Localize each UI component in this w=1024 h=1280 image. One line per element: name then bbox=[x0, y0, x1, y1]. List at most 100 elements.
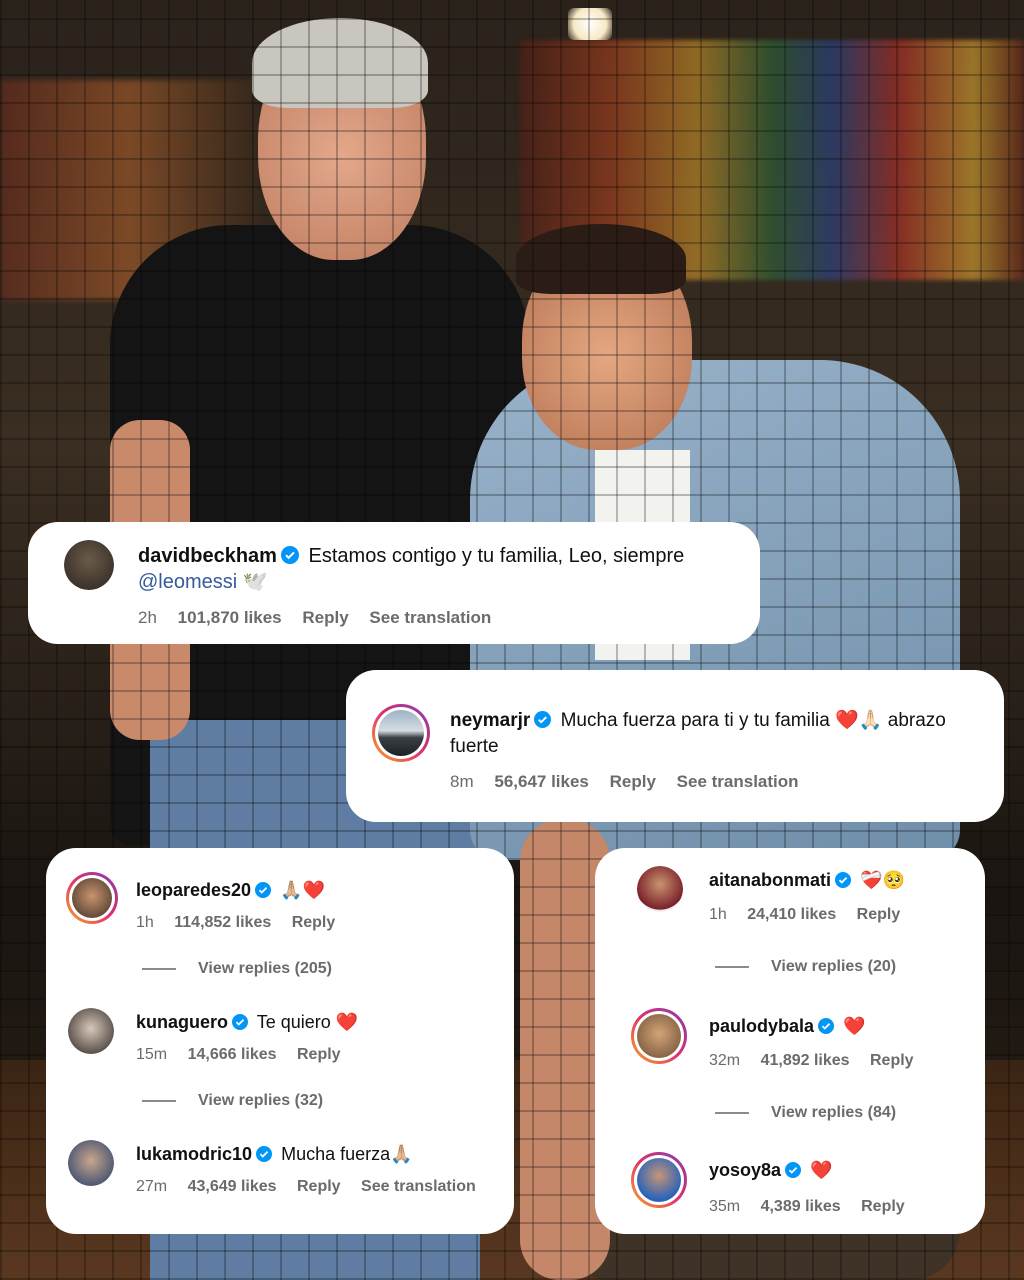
avatar[interactable] bbox=[66, 872, 118, 924]
view-replies-label: View replies (20) bbox=[771, 958, 897, 975]
username[interactable]: neymarjr bbox=[450, 710, 530, 731]
comment-line: kunaguero Te quiero ❤️ bbox=[136, 1010, 358, 1034]
comment-line: lukamodric10 Mucha fuerza🙏🏼 bbox=[136, 1142, 413, 1166]
verified-badge-icon bbox=[255, 882, 272, 898]
comment-text: Estamos contigo y tu familia, Leo, siemp… bbox=[308, 545, 685, 567]
comment-text: Te quiero bbox=[256, 1012, 331, 1032]
like-count[interactable]: 41,892 likes bbox=[761, 1052, 850, 1069]
comment-text-wrap: fuerte bbox=[450, 736, 499, 757]
like-count[interactable]: 14,666 likes bbox=[188, 1046, 277, 1063]
reply-button[interactable]: Reply bbox=[292, 914, 336, 931]
comment-line: aitanabonmati ❤️‍🩹🥺 bbox=[709, 868, 905, 892]
comment-line: davidbeckham Estamos contigo y tu famili… bbox=[138, 542, 684, 570]
replies-divider bbox=[715, 1111, 749, 1114]
verified-badge-icon bbox=[835, 872, 852, 888]
comment-meta: 1h 114,852 likes Reply bbox=[136, 914, 351, 932]
comment-meta: 1h 24,410 likes Reply bbox=[709, 906, 916, 924]
username[interactable]: aitanabonmati bbox=[709, 870, 831, 890]
see-translation-button[interactable]: See translation bbox=[677, 772, 799, 791]
timestamp: 8m bbox=[450, 772, 474, 791]
timestamp: 32m bbox=[709, 1052, 741, 1069]
heart-emoji: ❤️ bbox=[335, 1012, 359, 1032]
comment-meta: 27m 43,649 likes Reply See translation bbox=[136, 1178, 492, 1196]
timestamp: 2h bbox=[138, 608, 157, 627]
timestamp: 15m bbox=[136, 1046, 168, 1063]
verified-badge-icon bbox=[232, 1014, 249, 1030]
replies-divider bbox=[142, 1099, 176, 1102]
timestamp: 35m bbox=[709, 1198, 741, 1215]
comment-meta: 32m 41,892 likes Reply bbox=[709, 1052, 930, 1070]
comment-line-2: @leomessi 🕊️ bbox=[138, 568, 268, 596]
reply-button[interactable]: Reply bbox=[297, 1046, 341, 1063]
view-replies-label: View replies (84) bbox=[771, 1104, 897, 1121]
replies-divider bbox=[715, 965, 749, 968]
comment-card-left-column: leoparedes20 🙏🏼❤️ 1h 114,852 likes Reply… bbox=[46, 848, 514, 1234]
comment-card-davidbeckham: davidbeckham Estamos contigo y tu famili… bbox=[28, 522, 760, 644]
username[interactable]: lukamodric10 bbox=[136, 1144, 252, 1164]
see-translation-button[interactable]: See translation bbox=[361, 1178, 476, 1195]
username[interactable]: paulodybala bbox=[709, 1016, 814, 1036]
reply-button[interactable]: Reply bbox=[870, 1052, 914, 1069]
username[interactable]: yosoy8a bbox=[709, 1160, 781, 1180]
heart-pray-emoji: ❤️🙏🏻 bbox=[835, 710, 883, 731]
timestamp: 1h bbox=[136, 914, 154, 931]
reply-button[interactable]: Reply bbox=[610, 772, 656, 791]
dove-emoji: 🕊️ bbox=[242, 571, 268, 593]
like-count[interactable]: 24,410 likes bbox=[747, 906, 836, 923]
verified-badge-icon bbox=[785, 1162, 802, 1178]
comment-line: paulodybala ❤️ bbox=[709, 1014, 865, 1038]
heart-emoji: ❤️ bbox=[843, 1016, 866, 1036]
comment-text: Mucha fuerza para ti y tu familia bbox=[560, 710, 830, 731]
timestamp: 27m bbox=[136, 1178, 168, 1195]
like-count[interactable]: 43,649 likes bbox=[188, 1178, 277, 1195]
reply-button[interactable]: Reply bbox=[857, 906, 901, 923]
view-replies-button[interactable]: View replies (205) bbox=[142, 960, 332, 978]
like-count[interactable]: 114,852 likes bbox=[174, 914, 271, 931]
verified-badge-icon bbox=[280, 546, 299, 564]
verified-badge-icon bbox=[256, 1146, 273, 1162]
comment-meta: 35m 4,389 likes Reply bbox=[709, 1198, 921, 1216]
comment-meta: 2h 101,870 likes Reply See translation bbox=[138, 608, 507, 628]
avatar[interactable] bbox=[68, 1140, 114, 1186]
like-count[interactable]: 101,870 likes bbox=[178, 608, 282, 627]
pray-heart-emoji: 🙏🏼❤️ bbox=[280, 880, 325, 900]
comment-card-right-column: aitanabonmati ❤️‍🩹🥺 1h 24,410 likes Repl… bbox=[595, 848, 985, 1234]
view-replies-button[interactable]: View replies (84) bbox=[715, 1104, 896, 1122]
avatar[interactable] bbox=[631, 1152, 687, 1208]
reply-button[interactable]: Reply bbox=[297, 1178, 341, 1195]
avatar[interactable] bbox=[372, 704, 430, 762]
comment-meta: 8m 56,647 likes Reply See translation bbox=[450, 772, 815, 792]
comment-meta: 15m 14,666 likes Reply bbox=[136, 1046, 357, 1064]
verified-badge-icon bbox=[818, 1018, 835, 1034]
verified-badge-icon bbox=[534, 711, 552, 728]
replies-divider bbox=[142, 967, 176, 970]
view-replies-label: View replies (205) bbox=[198, 960, 332, 977]
view-replies-button[interactable]: View replies (32) bbox=[142, 1092, 323, 1110]
mending-heart-pleading-emoji: ❤️‍🩹🥺 bbox=[860, 870, 905, 890]
like-count[interactable]: 4,389 likes bbox=[761, 1198, 841, 1215]
reply-button[interactable]: Reply bbox=[861, 1198, 905, 1215]
like-count[interactable]: 56,647 likes bbox=[494, 772, 589, 791]
comment-line: neymarjr Mucha fuerza para ti y tu famil… bbox=[450, 708, 946, 734]
username[interactable]: davidbeckham bbox=[138, 545, 277, 567]
view-replies-label: View replies (32) bbox=[198, 1092, 324, 1109]
avatar[interactable] bbox=[68, 1008, 114, 1054]
view-replies-button[interactable]: View replies (20) bbox=[715, 958, 896, 976]
username[interactable]: leoparedes20 bbox=[136, 880, 251, 900]
avatar[interactable] bbox=[631, 1008, 687, 1064]
comment-text: Mucha fuerza bbox=[281, 1144, 391, 1164]
timestamp: 1h bbox=[709, 906, 727, 923]
heart-emoji: ❤️ bbox=[810, 1160, 833, 1180]
mention-link[interactable]: @leomessi bbox=[138, 571, 237, 593]
reply-button[interactable]: Reply bbox=[302, 608, 348, 627]
comment-line-2: fuerte bbox=[450, 734, 499, 760]
comment-card-neymarjr: neymarjr Mucha fuerza para ti y tu famil… bbox=[346, 670, 1004, 822]
avatar[interactable] bbox=[637, 866, 683, 912]
see-translation-button[interactable]: See translation bbox=[369, 608, 491, 627]
avatar[interactable] bbox=[64, 540, 114, 590]
username[interactable]: kunaguero bbox=[136, 1012, 228, 1032]
comment-line: yosoy8a ❤️ bbox=[709, 1158, 832, 1182]
comment-text-end: abrazo bbox=[887, 710, 946, 731]
pray-emoji: 🙏🏼 bbox=[390, 1144, 413, 1164]
comment-line: leoparedes20 🙏🏼❤️ bbox=[136, 878, 325, 902]
